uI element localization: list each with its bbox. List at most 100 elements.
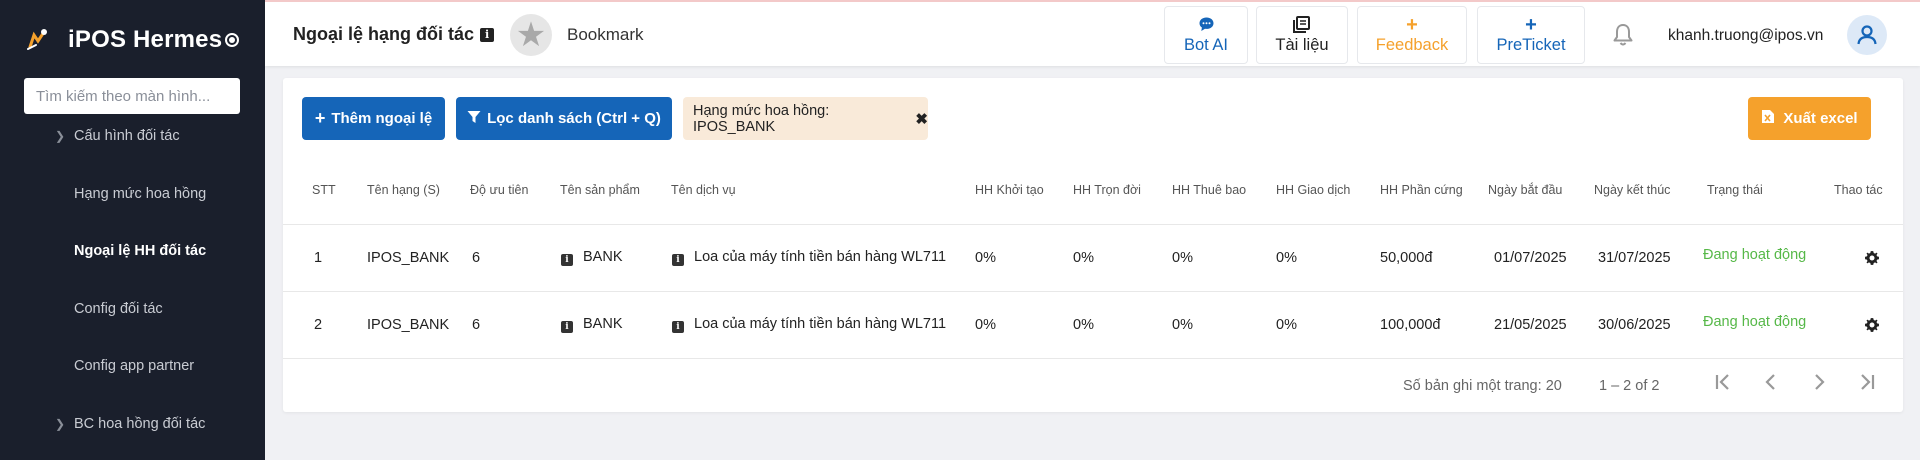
filter-icon (467, 110, 481, 128)
export-excel-label: Xuất excel (1783, 110, 1858, 127)
sidebar-search-input[interactable] (24, 78, 240, 114)
cell-actions (1822, 291, 1903, 359)
cell-init: 0% (969, 224, 1067, 292)
sidebar-item-label: BC hoa hồng đối tác (74, 416, 206, 432)
cell-lifetime: 0% (1067, 291, 1166, 359)
col-header: HH Giao dịch (1270, 156, 1374, 225)
add-exception-label: Thêm ngoại lệ (331, 110, 433, 127)
sidebar-item-label: Config app partner (74, 358, 195, 374)
user-email[interactable]: khanh.truong@ipos.vn (1668, 27, 1823, 45)
docs-button[interactable]: Tài liệu (1256, 6, 1348, 64)
bot-ai-label: Bot AI (1183, 35, 1229, 54)
cell-hardware: 100,000đ (1374, 291, 1482, 359)
filter-chip: Hạng mức hoa hồng: IPOS_BANK ✖ (683, 97, 928, 140)
first-page-icon[interactable] (1708, 367, 1738, 397)
col-header: Thao tác (1822, 156, 1903, 225)
export-excel-button[interactable]: Xuất excel (1748, 97, 1871, 140)
brand-logo-icon (22, 25, 52, 55)
col-header: Ngày kết thúc (1588, 156, 1695, 225)
sidebar-item-partner-config[interactable]: ❯ Cấu hình đối tác (0, 116, 265, 156)
sidebar-item-partner-config-2[interactable]: Config đối tác (0, 289, 265, 329)
status-badge: Đang hoạt động (1695, 291, 1822, 359)
last-page-icon[interactable] (1852, 367, 1882, 397)
product-name: BANK (583, 249, 623, 265)
cell-product: i BANK (554, 224, 665, 292)
gear-icon[interactable] (1864, 317, 1880, 333)
cell-service: i Loa của máy tính tiền bán hàng WL711 (665, 224, 969, 292)
cell-service: i Loa của máy tính tiền bán hàng WL711 (665, 291, 969, 359)
add-exception-button[interactable]: + Thêm ngoại lệ (302, 97, 445, 140)
col-header: Tên hạng (S) (363, 156, 466, 225)
content-card: + Thêm ngoại lệ Lọc danh sách (Ctrl + Q)… (283, 78, 1903, 412)
feedback-label: Feedback (1375, 35, 1449, 54)
bell-icon[interactable] (1610, 22, 1636, 48)
chevron-right-icon: ❯ (55, 129, 66, 143)
close-icon[interactable]: ✖ (915, 110, 928, 128)
cell-stt: 1 (283, 224, 363, 292)
sidebar-item-label: Cấu hình đối tác (74, 128, 180, 144)
exceptions-table: STT Tên hạng (S) Độ ưu tiên Tên sản phẩm… (283, 156, 1903, 359)
cell-start-date: 21/05/2025 (1482, 291, 1588, 359)
sidebar-item-app-partner[interactable]: Config app partner (0, 346, 265, 386)
sidebar-item-label: Hạng mức hoa hồng (74, 186, 207, 202)
sidebar: iPOS Hermes ❯ Cấu hình đối tác Hạng mức … (0, 0, 265, 460)
table-row[interactable]: 1 IPOS_BANK 6 i BANK i Loa của máy tính ti… (283, 224, 1903, 292)
table-row[interactable]: 2 IPOS_BANK 6 i BANK i Loa của máy tính ti… (283, 291, 1903, 359)
col-header: Ngày bắt đầu (1482, 156, 1588, 225)
filter-button[interactable]: Lọc danh sách (Ctrl + Q) (456, 97, 672, 140)
avatar[interactable] (1847, 15, 1887, 55)
info-icon[interactable]: i (561, 321, 573, 333)
info-icon[interactable]: i (672, 321, 684, 333)
per-page-text: Số bản ghi một trang: (1403, 378, 1542, 394)
page-title: Ngoại lệ hạng đối tác i (293, 24, 495, 45)
product-name: BANK (583, 316, 623, 332)
bot-ai-button[interactable]: Bot AI (1164, 6, 1248, 64)
sidebar-toggle-icon[interactable] (225, 33, 239, 47)
info-icon[interactable]: i (672, 254, 684, 266)
preticket-button[interactable]: + PreTicket (1477, 6, 1585, 64)
col-header: HH Khởi tạo (969, 156, 1067, 225)
col-header: STT (283, 156, 363, 225)
book-icon (1293, 15, 1311, 34)
feedback-button[interactable]: + Feedback (1357, 6, 1467, 64)
info-icon[interactable]: i (561, 254, 573, 266)
cell-transaction: 0% (1270, 291, 1374, 359)
cell-stt: 2 (283, 291, 363, 359)
col-header: Trạng thái (1695, 156, 1822, 225)
sidebar-item-label: Ngoại lệ HH đối tác (74, 243, 207, 259)
plus-icon: + (1525, 13, 1537, 36)
cell-hardware: 50,000đ (1374, 224, 1482, 292)
gear-icon[interactable] (1864, 250, 1880, 266)
cell-end-date: 31/07/2025 (1588, 224, 1695, 292)
cell-subscription: 0% (1166, 291, 1270, 359)
page-range: 1 – 2 of 2 (1599, 378, 1660, 394)
col-header: HH Trọn đời (1067, 156, 1166, 225)
sidebar-item-partner-exception[interactable]: Ngoại lệ HH đối tác (0, 231, 265, 271)
col-header: HH Thuê bao (1166, 156, 1270, 225)
sidebar-item-commission-level[interactable]: Hạng mức hoa hồng (0, 174, 265, 214)
per-page-label: Số bản ghi một trang: 20 (1403, 378, 1562, 394)
cell-init: 0% (969, 291, 1067, 359)
cell-priority: 6 (466, 291, 554, 359)
brand[interactable]: iPOS Hermes (22, 22, 222, 58)
chat-icon (1198, 16, 1215, 34)
user-icon (1857, 25, 1877, 45)
status-badge: Đang hoạt động (1695, 224, 1822, 292)
cell-end-date: 30/06/2025 (1588, 291, 1695, 359)
info-icon[interactable]: i (480, 27, 495, 42)
next-page-icon[interactable] (1804, 367, 1834, 397)
sidebar-item-commission-report[interactable]: ❯ BC hoa hồng đối tác (0, 404, 265, 444)
chevron-right-icon: ❯ (55, 417, 66, 431)
service-name: Loa của máy tính tiền bán hàng WL711 (694, 249, 947, 265)
col-header: Độ ưu tiên (466, 156, 554, 225)
per-page-select[interactable]: 20 (1546, 378, 1562, 394)
page-title-text: Ngoại lệ hạng đối tác (293, 24, 475, 44)
col-header: HH Phần cứng (1374, 156, 1482, 225)
cell-transaction: 0% (1270, 224, 1374, 292)
cell-rank: IPOS_BANK (363, 291, 466, 359)
bookmark-label[interactable]: Bookmark (567, 25, 644, 45)
cell-priority: 6 (466, 224, 554, 292)
prev-page-icon[interactable] (1756, 367, 1786, 397)
cell-rank: IPOS_BANK (363, 224, 466, 292)
star-icon[interactable]: ★ (510, 14, 552, 56)
